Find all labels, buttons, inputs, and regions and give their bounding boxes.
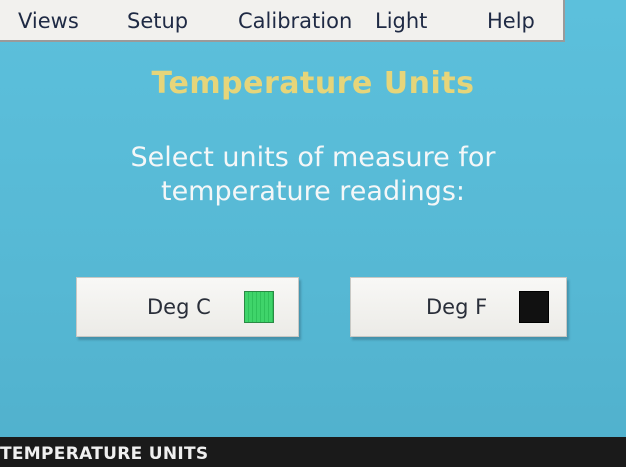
deg-f-unselected-indicator	[519, 291, 549, 323]
device-screen: Views Setup Calibration Light Help Tempe…	[0, 0, 626, 467]
page-title: Temperature Units	[151, 66, 475, 101]
status-bar: TEMPERATURE UNITS	[0, 437, 626, 467]
menu-calibration[interactable]: Calibration	[238, 9, 352, 33]
deg-f-label: Deg F	[426, 295, 488, 319]
menu-views[interactable]: Views	[18, 9, 79, 33]
menu-light[interactable]: Light	[375, 9, 427, 33]
menu-setup[interactable]: Setup	[127, 9, 188, 33]
status-bar-text: TEMPERATURE UNITS	[0, 444, 209, 464]
deg-f-button[interactable]: Deg F	[350, 277, 567, 337]
deg-c-button[interactable]: Deg C	[76, 277, 299, 337]
menu-help[interactable]: Help	[487, 9, 535, 33]
instruction-text: Select units of measure for temperature …	[130, 142, 496, 207]
deg-c-selected-indicator	[244, 291, 274, 323]
deg-c-label: Deg C	[147, 295, 211, 319]
menu-bar: Views Setup Calibration Light Help	[0, 0, 565, 42]
